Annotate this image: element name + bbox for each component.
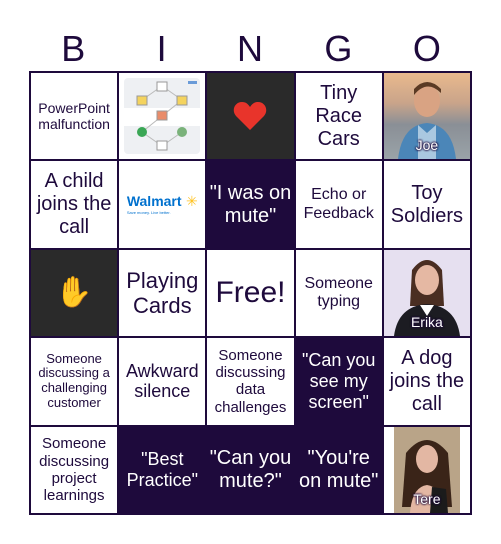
bingo-header: B I N G O (29, 26, 471, 72)
cell-text: PowerPoint malfunction (38, 100, 110, 133)
raised-hand-icon: ✋ (55, 275, 93, 309)
walmart-wordmark: Walmart (126, 193, 182, 210)
bingo-cell[interactable]: Awkward silence (119, 338, 206, 425)
bingo-cell[interactable]: "Can you mute?" (207, 426, 294, 513)
bingo-cell[interactable]: Joe (383, 73, 470, 160)
bingo-cell[interactable] (119, 73, 206, 160)
cell-text: A dog joins the call (389, 346, 465, 415)
walmart-spark-icon: ✳ (186, 193, 198, 210)
bingo-cell[interactable]: A dog joins the call (383, 338, 470, 425)
heart-icon (234, 102, 267, 131)
cell-text: Someone discussing data challenges (214, 346, 287, 416)
cell-text: Free! (215, 275, 286, 309)
bingo-cell[interactable]: Erika (383, 249, 470, 337)
bingo-cell[interactable]: Tiny Race Cars (295, 73, 382, 160)
cell-text: A child joins the call (36, 170, 112, 239)
bingo-cell[interactable]: Someone typing (295, 249, 382, 337)
bingo-cell[interactable]: Walmart ✳ Save money. Live better. (119, 161, 206, 248)
cell-text: "Best Practice" (126, 449, 198, 490)
cell-text: Toy Soldiers (390, 181, 464, 227)
bingo-cell[interactable]: Echo or Feedback (295, 161, 382, 248)
walmart-logo: Walmart ✳ Save money. Live better. (127, 193, 198, 216)
cell-text: Playing Cards (126, 267, 199, 318)
cell-text: "Can you see my screen" (301, 350, 376, 412)
cell-text: Echo or Feedback (303, 186, 374, 222)
cell-text: "I was on mute" (209, 181, 292, 227)
free-space[interactable]: Free! (207, 249, 294, 337)
header-letter-g: G (324, 28, 353, 69)
header-letter-b: B (61, 28, 86, 69)
cell-text: Awkward silence (125, 360, 199, 402)
header-letter-o: O (412, 28, 441, 69)
photo-label: Tere (413, 490, 441, 507)
bingo-cell[interactable]: Toy Soldiers (383, 161, 470, 248)
process-diagram-image (124, 78, 201, 155)
bingo-cell[interactable]: Someone discussing project learnings (31, 426, 118, 513)
cell-text: Someone discussing a challenging custome… (38, 350, 110, 411)
walmart-tagline: Save money. Live better. (126, 210, 171, 216)
bingo-cell[interactable]: Playing Cards (119, 249, 206, 337)
bingo-cell[interactable]: Tere (383, 426, 470, 513)
cell-text: "Can you mute?" (209, 446, 292, 492)
bingo-cell[interactable]: "I was on mute" (207, 161, 294, 248)
header-letter-i: I (156, 28, 167, 69)
photo-label: Joe (415, 137, 439, 154)
bingo-card: PowerPoint malfunction Tiny Race Cars Jo… (29, 71, 472, 515)
cell-text: Someone discussing project learnings (39, 435, 110, 505)
bingo-cell[interactable]: Someone discussing data challenges (207, 338, 294, 425)
cell-text: Tiny Race Cars (315, 81, 363, 150)
bingo-cell[interactable] (207, 73, 294, 160)
cell-text: Someone typing (304, 274, 373, 310)
bingo-cell[interactable]: "Best Practice" (119, 426, 206, 513)
bingo-cell[interactable]: PowerPoint malfunction (31, 73, 118, 160)
header-letter-n: N (237, 28, 264, 69)
bingo-cell[interactable]: Someone discussing a challenging custome… (31, 338, 118, 425)
photo-label: Erika (410, 314, 443, 331)
bingo-cell[interactable]: ✋ (31, 249, 118, 337)
bingo-cell[interactable]: A child joins the call (31, 161, 118, 248)
cell-text: "You're on mute" (299, 446, 379, 492)
bingo-cell[interactable]: "Can you see my screen" (295, 338, 382, 425)
diagram-lines (124, 81, 201, 151)
bingo-cell[interactable]: "You're on mute" (295, 426, 382, 513)
